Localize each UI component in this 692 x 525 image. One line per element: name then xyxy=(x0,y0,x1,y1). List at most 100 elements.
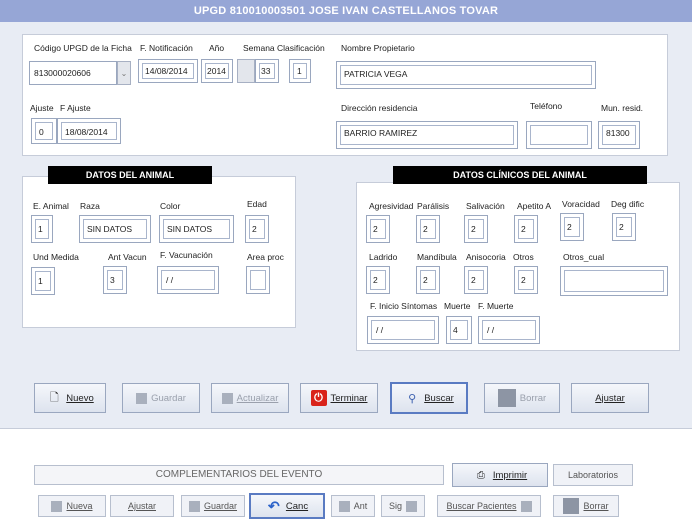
bottom-guardar-button[interactable]: Guardar xyxy=(181,495,245,517)
raza-field[interactable]: SIN DATOS xyxy=(79,215,151,243)
codigo-label: Código UPGD de la Ficha xyxy=(34,43,132,53)
paralisis-label: Parálisis xyxy=(417,201,450,211)
semana-spinner[interactable] xyxy=(237,59,255,83)
muerte-field[interactable]: 4 xyxy=(446,316,472,344)
notificacion-field[interactable]: 14/08/2014 xyxy=(138,59,198,83)
nuevo-label: Nuevo xyxy=(66,392,94,404)
binoculars-icon: ⚲ xyxy=(408,392,417,405)
codigo-field[interactable]: 813000020606 xyxy=(29,61,117,85)
terminar-button[interactable]: ⏻ Terminar xyxy=(300,383,378,413)
ajuste-field[interactable]: 0 xyxy=(31,118,57,144)
sig-button[interactable]: Sig xyxy=(381,495,425,517)
agresividad-field[interactable]: 2 xyxy=(366,215,390,243)
edad-label: Edad xyxy=(247,199,267,209)
muerte-label: Muerte xyxy=(444,301,471,311)
printer-icon: ⎙ xyxy=(476,469,485,481)
color-field[interactable]: SIN DATOS xyxy=(159,215,234,243)
clinicos-header: DATOS CLÍNICOS DEL ANIMAL xyxy=(393,166,647,184)
fmuerte-field[interactable]: / / xyxy=(478,316,540,344)
otroscual-field[interactable] xyxy=(560,266,668,296)
fajuste-field[interactable]: 18/08/2014 xyxy=(57,118,121,144)
ajustar-button[interactable]: Ajustar xyxy=(571,383,649,413)
telefono-field[interactable] xyxy=(526,121,592,149)
voracidad-label: Voracidad xyxy=(562,199,600,209)
clasificacion-field[interactable]: 1 xyxy=(289,59,311,83)
bottom-borrar-button[interactable]: Borrar xyxy=(553,495,619,517)
fvacunacion-field[interactable]: / / xyxy=(157,266,219,294)
undo-icon: ↶ xyxy=(268,497,280,514)
ant-button[interactable]: Ant xyxy=(331,495,375,517)
ant-label: Ant xyxy=(353,501,368,511)
propietario-field[interactable]: PATRICIA VEGA xyxy=(336,61,596,89)
anio-field[interactable]: 2014 xyxy=(201,59,233,83)
imprimir-button[interactable]: ⎙ Imprimir xyxy=(452,463,548,487)
area-field[interactable] xyxy=(246,266,270,294)
bottom-ajustar-label: Ajustar xyxy=(127,501,156,511)
codigo-dropdown-icon[interactable]: ⌄ xyxy=(117,61,131,85)
actualizar-label: Actualizar xyxy=(236,392,279,404)
semana-field[interactable]: 33 xyxy=(255,59,279,83)
voracidad-field[interactable]: 2 xyxy=(560,213,584,241)
actualizar-button[interactable]: Actualizar xyxy=(211,383,289,413)
paralisis-field[interactable]: 2 xyxy=(416,215,440,243)
fvacunacion-label: F. Vacunación xyxy=(160,250,213,260)
bottom-delete-icon xyxy=(563,498,580,514)
otroscual-label: Otros_cual xyxy=(563,252,605,262)
animal-header: DATOS DEL ANIMAL xyxy=(48,166,212,184)
bottom-save-icon xyxy=(188,500,200,512)
und-field[interactable]: 1 xyxy=(31,267,55,295)
save-icon xyxy=(136,392,148,404)
mandibula-field[interactable]: 2 xyxy=(416,266,440,294)
nueva-button[interactable]: Nueva xyxy=(38,495,106,517)
degdific-field[interactable]: 2 xyxy=(612,213,636,241)
mandibula-label: Mandíbula xyxy=(417,252,457,262)
eanimal-field[interactable]: 1 xyxy=(31,215,53,243)
buscar-pacientes-icon xyxy=(520,500,532,512)
edad-field[interactable]: 2 xyxy=(245,215,269,243)
color-label: Color xyxy=(160,201,181,211)
borrar-label: Borrar xyxy=(519,392,547,404)
apetito-label: Apetito A xyxy=(517,201,552,211)
cancel-button[interactable]: ↶ Canc xyxy=(249,493,325,519)
buscar-pacientes-button[interactable]: Buscar Pacientes xyxy=(437,495,541,517)
nueva-icon xyxy=(51,500,63,512)
laboratorios-label: Laboratorios xyxy=(567,470,619,480)
guardar-button[interactable]: Guardar xyxy=(122,383,200,413)
salivacion-field[interactable]: 2 xyxy=(464,215,488,243)
anio-label: Año xyxy=(209,43,225,53)
buscar-button[interactable]: ⚲ Buscar xyxy=(390,382,468,414)
complementarios-bar: COMPLEMENTARIOS DEL EVENTO xyxy=(34,465,444,485)
direccion-field[interactable]: BARRIO RAMIREZ xyxy=(336,121,518,149)
semana-label: Semana Clasificación xyxy=(243,43,325,53)
direccion-label: Dirección residencia xyxy=(341,103,418,113)
bottom-ajustar-button[interactable]: Ajustar xyxy=(110,495,174,517)
laboratorios-button[interactable]: Laboratorios xyxy=(553,464,633,486)
anisocoria-label: Anisocoria xyxy=(466,252,506,262)
power-icon: ⏻ xyxy=(310,390,327,406)
nuevo-button[interactable]: 🗋 Nuevo xyxy=(34,383,106,413)
mun-label: Mun. resid. xyxy=(601,103,644,113)
borrar-button[interactable]: Borrar xyxy=(484,383,560,413)
antvacun-field[interactable]: 3 xyxy=(103,266,127,294)
area-label: Area proc xyxy=(247,252,284,262)
und-label: Und Medida xyxy=(33,252,79,262)
otros-label: Otros xyxy=(513,252,534,262)
buscar-label: Buscar xyxy=(424,392,454,404)
salivacion-label: Salivación xyxy=(466,201,505,211)
apetito-field[interactable]: 2 xyxy=(514,215,538,243)
notificacion-label: F. Notificación xyxy=(140,43,193,53)
anisocoria-field[interactable]: 2 xyxy=(464,266,488,294)
otros-field[interactable]: 2 xyxy=(514,266,538,294)
degdific-label: Deg dific xyxy=(611,199,645,209)
fajuste-label: F Ajuste xyxy=(60,103,91,113)
ajuste-label: Ajuste xyxy=(30,103,54,113)
ladrido-field[interactable]: 2 xyxy=(366,266,390,294)
raza-label: Raza xyxy=(80,201,100,211)
mun-field[interactable]: 81300 xyxy=(598,121,640,149)
fmuerte-label: F. Muerte xyxy=(478,301,514,311)
finicio-field[interactable]: / / xyxy=(367,316,439,344)
guardar-label: Guardar xyxy=(151,392,186,404)
prev-icon xyxy=(338,500,350,512)
sig-label: Sig xyxy=(388,501,402,511)
ladrido-label: Ladrido xyxy=(369,252,398,262)
